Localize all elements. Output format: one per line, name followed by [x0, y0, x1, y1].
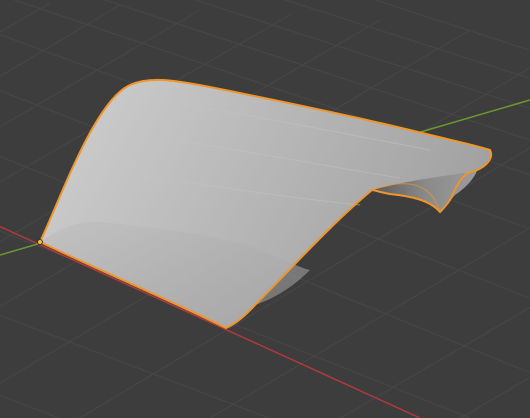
- viewport-canvas[interactable]: [0, 0, 530, 418]
- 3d-viewport[interactable]: [0, 0, 530, 418]
- object-origin-dot[interactable]: [37, 239, 43, 245]
